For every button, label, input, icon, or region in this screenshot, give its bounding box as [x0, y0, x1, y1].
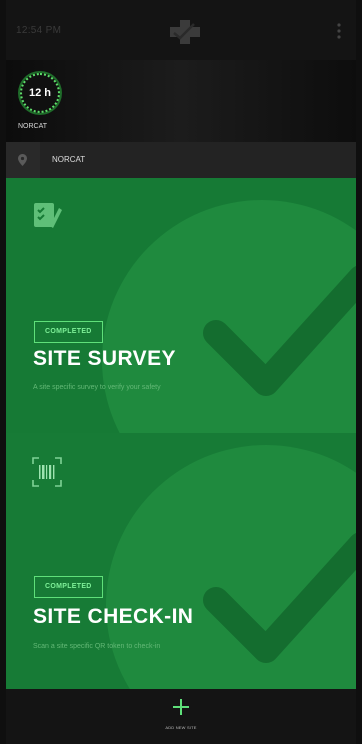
- location-name: NORCAT: [52, 155, 86, 164]
- card-title: SITE CHECK-IN: [33, 605, 194, 628]
- hours-ring[interactable]: 12 h: [20, 73, 60, 113]
- hours-value: 12 h: [28, 87, 51, 99]
- site-survey-card[interactable]: COMPLETED SITE SURVEY A site specific su…: [6, 178, 356, 433]
- hours-summary: 12 h NORCAT: [6, 60, 356, 142]
- barcode-scan-icon: [32, 457, 62, 487]
- hours-site-name: NORCAT: [18, 123, 48, 130]
- clipboard-check-icon: [34, 203, 62, 228]
- top-bar: 12:54 PM: [6, 0, 356, 60]
- bottom-bar: ADD NEW SITE: [6, 689, 356, 744]
- location-pin-cell: [6, 142, 40, 178]
- brand-cross-icon: [170, 20, 200, 44]
- card-description: A site specific survey to verify your sa…: [33, 384, 161, 391]
- app-screen: 12:54 PM 12 h NORCAT NORCAT COMPLETED SI…: [6, 0, 356, 744]
- add-new-site-button[interactable]: ADD NEW SITE: [156, 699, 206, 739]
- large-check-icon: [203, 266, 356, 396]
- add-new-site-label: ADD NEW SITE: [165, 725, 197, 730]
- status-badge: COMPLETED: [34, 576, 103, 598]
- location-selector[interactable]: NORCAT: [6, 142, 356, 178]
- overflow-menu-icon[interactable]: [336, 22, 342, 40]
- status-time: 12:54 PM: [16, 25, 62, 36]
- card-description: Scan a site specific QR token to check-i…: [33, 643, 161, 650]
- large-check-icon: [203, 533, 356, 663]
- card-title: SITE SURVEY: [33, 347, 176, 370]
- status-badge: COMPLETED: [34, 321, 103, 343]
- plus-icon: [173, 699, 189, 715]
- site-checkin-card[interactable]: COMPLETED SITE CHECK-IN Scan a site spec…: [6, 433, 356, 689]
- location-pin-icon: [18, 154, 27, 166]
